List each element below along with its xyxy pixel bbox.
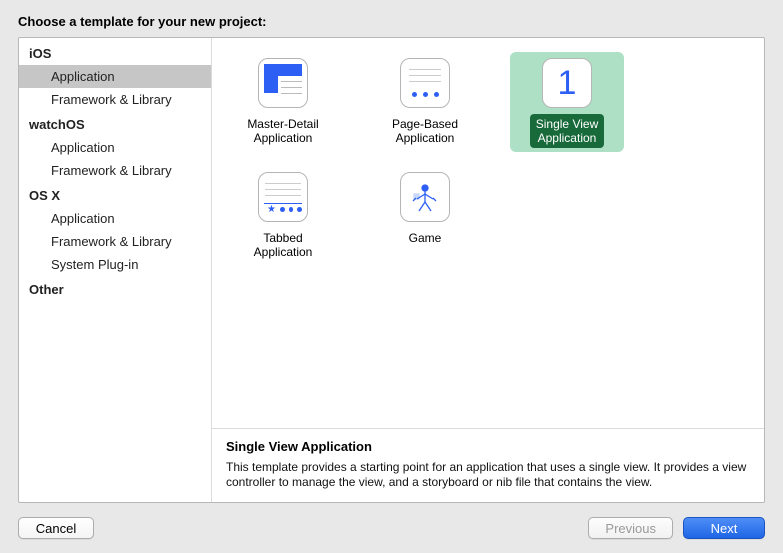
- sidebar-item-watchos-application[interactable]: Application: [19, 136, 211, 159]
- sidebar-group-ios: iOS: [19, 40, 211, 65]
- template-label: Master-DetailApplication: [241, 114, 324, 148]
- template-label: Page-BasedApplication: [386, 114, 464, 148]
- sheet-heading: Choose a template for your new project:: [18, 14, 765, 29]
- template-tabbed[interactable]: ★ TabbedApplication: [226, 166, 340, 266]
- template-label: Game: [403, 228, 448, 248]
- template-game[interactable]: Game: [368, 166, 482, 266]
- sidebar-item-osx-framework[interactable]: Framework & Library: [19, 230, 211, 253]
- template-label: TabbedApplication: [248, 228, 319, 262]
- template-master-detail[interactable]: Master-DetailApplication: [226, 52, 340, 152]
- template-category-sidebar: iOS Application Framework & Library watc…: [19, 38, 212, 502]
- template-description-title: Single View Application: [226, 439, 750, 454]
- template-page-based[interactable]: Page-BasedApplication: [368, 52, 482, 152]
- template-label: Single ViewApplication: [530, 114, 604, 148]
- sidebar-item-watchos-framework[interactable]: Framework & Library: [19, 159, 211, 182]
- tabbed-icon: ★: [258, 172, 308, 222]
- previous-button[interactable]: Previous: [588, 517, 673, 539]
- new-project-sheet: Choose a template for your new project: …: [0, 0, 783, 553]
- sidebar-group-osx: OS X: [19, 182, 211, 207]
- sidebar-item-ios-application[interactable]: Application: [19, 65, 211, 88]
- template-content: Master-DetailApplication Page-BasedAppli…: [212, 38, 764, 502]
- game-icon: [400, 172, 450, 222]
- main-area: iOS Application Framework & Library watc…: [18, 37, 765, 503]
- template-grid: Master-DetailApplication Page-BasedAppli…: [212, 38, 764, 428]
- template-description-pane: Single View Application This template pr…: [212, 428, 764, 502]
- sidebar-item-osx-system-plugin[interactable]: System Plug-in: [19, 253, 211, 276]
- master-detail-icon: [258, 58, 308, 108]
- page-based-icon: [400, 58, 450, 108]
- template-description-body: This template provides a starting point …: [226, 460, 750, 490]
- sidebar-group-watchos: watchOS: [19, 111, 211, 136]
- next-button[interactable]: Next: [683, 517, 765, 539]
- single-view-icon: 1: [542, 58, 592, 108]
- cancel-button[interactable]: Cancel: [18, 517, 94, 539]
- button-bar: Cancel Previous Next: [18, 517, 765, 539]
- sidebar-item-ios-framework[interactable]: Framework & Library: [19, 88, 211, 111]
- sidebar-group-other[interactable]: Other: [19, 276, 211, 301]
- template-single-view[interactable]: 1 Single ViewApplication: [510, 52, 624, 152]
- sidebar-item-osx-application[interactable]: Application: [19, 207, 211, 230]
